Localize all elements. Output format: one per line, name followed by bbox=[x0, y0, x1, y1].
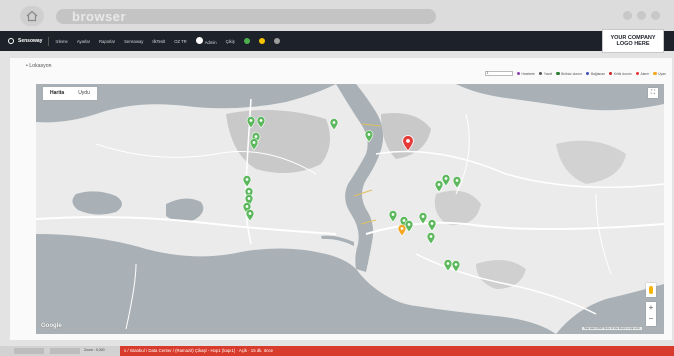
nav-item-admin[interactable]: Admin bbox=[195, 37, 217, 45]
nav-menu: Izleme Ayarlar Raporlar Sensoway IlkTesl… bbox=[55, 37, 280, 45]
window-dot-icon[interactable] bbox=[623, 11, 632, 20]
nav-item-logout[interactable]: Çikiş bbox=[226, 39, 235, 44]
nav-divider bbox=[48, 36, 50, 46]
map-attribution[interactable]: Map data ©2020 Terms of Use Report a map… bbox=[582, 327, 642, 330]
legend-item[interactable]: Alarm bbox=[635, 71, 650, 76]
address-text: browser bbox=[72, 9, 127, 24]
zoom-in-button[interactable]: + bbox=[646, 302, 656, 313]
browser-toolbar: browser bbox=[0, 0, 674, 31]
legend-label: Alarm bbox=[640, 71, 650, 76]
status-green-icon[interactable] bbox=[243, 38, 250, 44]
app-navbar: Sensoway Izleme Ayarlar Raporlar Sensowa… bbox=[0, 31, 674, 51]
nav-item-language[interactable]: OZ TR bbox=[174, 39, 187, 44]
status-bar-left: Zoom : 0,000 bbox=[0, 346, 120, 356]
legend-item[interactable]: Bağlanan bbox=[585, 71, 605, 76]
zoom-control: + − bbox=[646, 302, 656, 326]
legend-label: Bağlanan bbox=[590, 71, 605, 76]
legend-dot-icon bbox=[538, 71, 543, 76]
legend-dot-icon bbox=[516, 71, 520, 76]
legend-label: Kritik durum bbox=[613, 71, 632, 76]
nav-item-ilkteslt[interactable]: IlkTeslt bbox=[152, 39, 165, 44]
brand[interactable]: Sensoway bbox=[8, 38, 42, 44]
legend-label: Belirsiz durum bbox=[561, 71, 582, 76]
nav-item-ayarlar[interactable]: Ayarlar bbox=[77, 39, 90, 44]
legend-filter-input[interactable]: 1 bbox=[484, 71, 513, 76]
company-logo: YOUR COMPANY LOGO HERE bbox=[602, 29, 664, 53]
logo-line2: LOGO HERE bbox=[616, 41, 650, 47]
bell-icon[interactable] bbox=[258, 38, 265, 44]
nav-item-izleme[interactable]: Izleme bbox=[55, 39, 67, 44]
legend-label: Uyarı bbox=[658, 71, 666, 76]
settings-icon[interactable] bbox=[273, 38, 280, 44]
legend-dot-icon bbox=[653, 71, 657, 76]
nav-item-sensoway[interactable]: Sensoway bbox=[124, 39, 143, 44]
zoom-readout: Zoom : 0,000 bbox=[84, 348, 105, 352]
map-legend: 1 Harekete Yavaf Belirsiz durum Bağlanan… bbox=[484, 71, 666, 76]
legend-label: Yavaf bbox=[543, 71, 553, 76]
legend-item[interactable]: Yavaf bbox=[538, 71, 553, 76]
brand-name: Sensoway bbox=[18, 38, 43, 44]
legend-item[interactable]: Uyarı bbox=[653, 72, 666, 76]
nav-item-raporlar[interactable]: Raporlar bbox=[99, 39, 115, 44]
legend-dot-icon bbox=[608, 71, 613, 76]
address-bar[interactable]: browser bbox=[56, 9, 436, 24]
window-dot-icon[interactable] bbox=[651, 11, 660, 20]
nav-item-admin-label: Admin bbox=[204, 40, 217, 45]
breadcrumb[interactable]: s / Istanbul / Data Center / (Ramazit) Ç… bbox=[124, 348, 273, 353]
legend-item[interactable]: Kritik durum bbox=[608, 71, 632, 76]
map-canvas[interactable] bbox=[36, 84, 664, 334]
screen: browser Sensoway Izleme Ayarlar Raporlar… bbox=[0, 0, 674, 356]
status-segment bbox=[14, 348, 44, 354]
window-controls bbox=[623, 11, 660, 20]
user-icon bbox=[195, 37, 203, 44]
fullscreen-icon[interactable]: ⛶ bbox=[648, 88, 658, 98]
brand-ring-icon bbox=[8, 38, 14, 44]
google-logo: Google bbox=[41, 323, 62, 329]
zoom-out-button[interactable]: − bbox=[646, 313, 656, 324]
legend-item[interactable]: Harekete bbox=[516, 71, 535, 76]
home-icon[interactable] bbox=[20, 6, 44, 26]
window-dot-icon[interactable] bbox=[637, 11, 646, 20]
legend-dot-icon bbox=[635, 71, 639, 76]
legend-label: Harekete bbox=[521, 71, 535, 76]
pegman-figure-icon bbox=[649, 286, 653, 294]
legend-item[interactable]: Belirsiz durum bbox=[556, 72, 582, 76]
tab-satellite[interactable]: Uydu bbox=[71, 87, 97, 100]
tab-map[interactable]: Harita bbox=[43, 87, 71, 100]
map-type-tabs: Harita Uydu bbox=[43, 87, 97, 100]
status-segment bbox=[50, 348, 80, 354]
legend-dot-icon bbox=[556, 71, 560, 76]
status-bar: Zoom : 0,000 s / Istanbul / Data Center … bbox=[0, 346, 674, 356]
legend-dot-icon bbox=[585, 71, 590, 76]
street-view-pegman-icon[interactable] bbox=[646, 283, 656, 297]
map-view[interactable]: Harita Uydu ⛶ + − Google Map data ©2020 … bbox=[36, 84, 664, 334]
page-title: • Lokasyon bbox=[26, 63, 52, 69]
main-content: • Lokasyon 1 Harekete Yavaf Belirsiz dur… bbox=[10, 58, 672, 340]
